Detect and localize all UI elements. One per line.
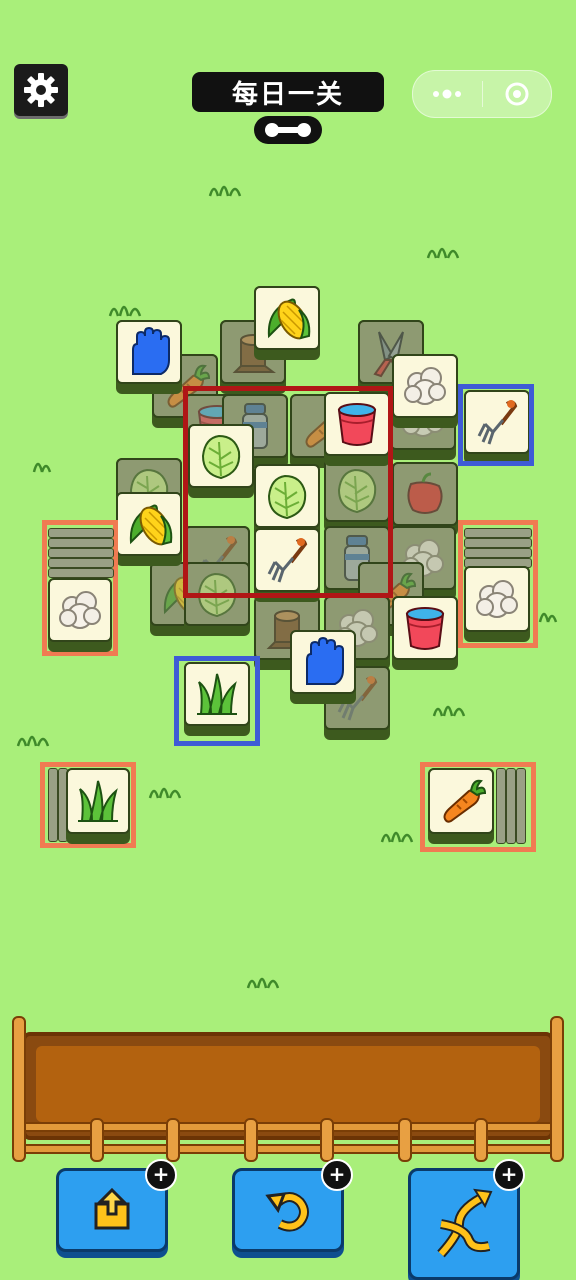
glove-icon xyxy=(132,327,170,375)
stack-edge xyxy=(464,538,532,548)
grass-tuft xyxy=(538,612,558,623)
carrot-tile[interactable] xyxy=(428,768,494,844)
shuffle-button[interactable]: + xyxy=(408,1159,525,1280)
bell-pepper-icon xyxy=(406,472,444,515)
fence-post xyxy=(398,1118,412,1162)
capsule-menu-button[interactable] xyxy=(413,71,482,117)
fence-post xyxy=(320,1118,334,1162)
highlight-single-tile xyxy=(174,656,260,746)
carrot-icon xyxy=(443,779,486,823)
tile-face xyxy=(392,596,458,660)
gear-icon xyxy=(24,73,58,107)
cauliflower-icon xyxy=(476,580,518,618)
grass-tuft xyxy=(432,705,466,717)
corn-tile[interactable] xyxy=(116,492,182,566)
grass-icon xyxy=(77,780,119,822)
corn-icon xyxy=(267,295,313,344)
fence-post xyxy=(90,1118,104,1162)
undo-arrow-icon xyxy=(265,1192,309,1232)
tray-slots xyxy=(36,1046,540,1122)
stack-edge xyxy=(48,528,114,538)
tile-face xyxy=(116,320,182,384)
fence-post xyxy=(166,1118,180,1162)
grass-tuft xyxy=(148,787,182,799)
bell-pepper-tile xyxy=(392,462,458,536)
stack-edge xyxy=(48,538,114,548)
tile-face xyxy=(392,462,458,526)
stack-edge xyxy=(496,768,506,844)
stack-edge xyxy=(506,768,516,844)
fence-post xyxy=(550,1016,564,1162)
stack-edge xyxy=(516,768,526,844)
grass-tuft xyxy=(380,831,414,843)
add-move-out-badge[interactable]: + xyxy=(145,1159,177,1191)
tile-face xyxy=(116,492,182,556)
move-out-button[interactable]: + xyxy=(56,1159,177,1252)
cauliflower-icon xyxy=(404,367,446,405)
stack-edge xyxy=(48,558,114,568)
stack-edge xyxy=(48,568,114,578)
cauliflower-tile[interactable] xyxy=(392,354,458,428)
stack-edge xyxy=(48,548,114,558)
undo-button[interactable]: + xyxy=(232,1159,353,1252)
grass-tuft xyxy=(108,305,142,317)
tile-face xyxy=(254,286,320,350)
mini-program-capsule xyxy=(412,70,552,118)
level-title: 每日一关 xyxy=(192,72,384,112)
cauliflower-icon xyxy=(59,591,101,629)
grass-tuft xyxy=(246,977,280,989)
cauliflower-tile[interactable] xyxy=(48,578,112,652)
target-close-icon xyxy=(505,82,529,106)
bucket-tile[interactable] xyxy=(392,596,458,670)
tile-face xyxy=(428,768,494,834)
more-dots-icon xyxy=(433,89,462,99)
box-arrow-icon xyxy=(94,1187,130,1230)
glove-icon xyxy=(306,637,344,685)
bucket-icon xyxy=(406,607,444,650)
tile-face xyxy=(48,578,112,642)
tile-face xyxy=(66,768,130,834)
glove-tile[interactable] xyxy=(290,630,356,704)
highlight-single-tile xyxy=(458,384,534,466)
dumbbell-progress-icon xyxy=(265,123,311,137)
tile-face xyxy=(290,630,356,694)
fence-post xyxy=(12,1016,26,1162)
tile-face xyxy=(392,354,458,418)
corn-icon xyxy=(129,501,175,550)
glove-tile[interactable] xyxy=(116,320,182,394)
add-undo-badge[interactable]: + xyxy=(321,1159,353,1191)
stack-edge xyxy=(48,768,58,842)
settings-button[interactable] xyxy=(14,64,68,116)
highlight-matching-group xyxy=(183,386,393,598)
stack-edge xyxy=(464,548,532,558)
progress-indicator xyxy=(254,116,322,144)
grass-tuft xyxy=(32,462,52,473)
corn-tile[interactable] xyxy=(254,286,320,360)
stack-edge xyxy=(464,528,532,538)
grass-tuft xyxy=(208,185,242,197)
grass-tuft xyxy=(16,735,50,747)
fence-post xyxy=(244,1118,258,1162)
shuffle-arrows-icon xyxy=(437,1188,493,1258)
cauliflower-tile[interactable] xyxy=(464,566,530,642)
capsule-close-button[interactable] xyxy=(483,71,552,117)
fence-post xyxy=(474,1118,488,1162)
grass-tuft xyxy=(426,247,460,259)
grass-tile[interactable] xyxy=(66,768,130,844)
tile-face xyxy=(464,566,530,632)
add-shuffle-badge[interactable]: + xyxy=(493,1159,525,1191)
